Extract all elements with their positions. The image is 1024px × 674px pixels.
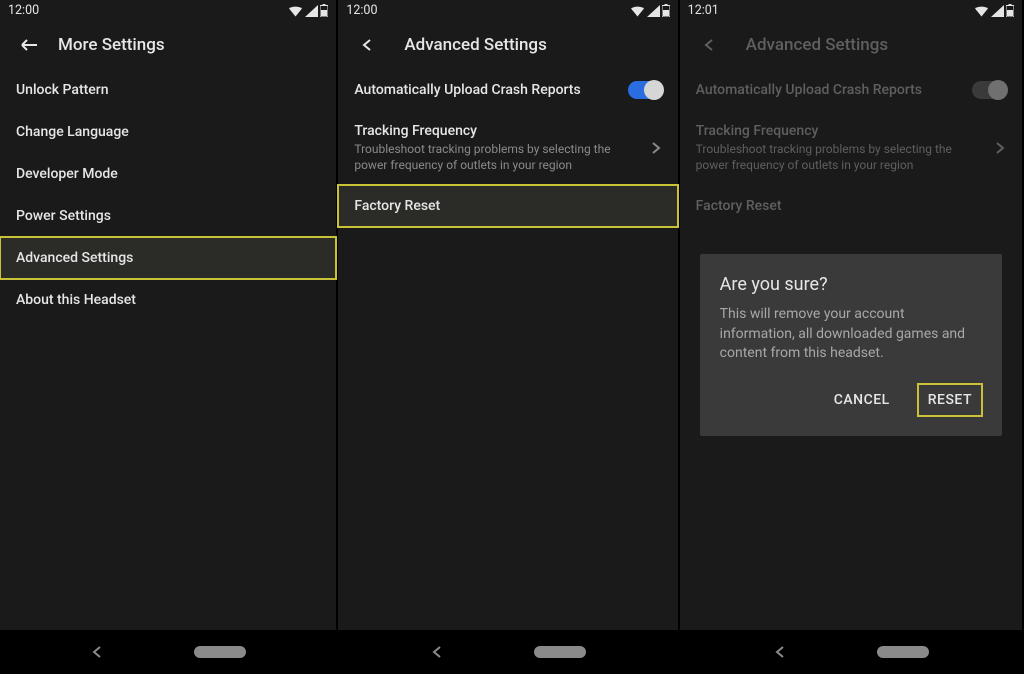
nav-back-icon[interactable]	[90, 645, 104, 659]
panel-factory-reset-dialog: 12:01 Advanced Settings Automatically Up…	[680, 0, 1022, 674]
back-button[interactable]	[692, 28, 726, 62]
nav-back-icon[interactable]	[773, 645, 787, 659]
toggle-knob	[644, 80, 664, 100]
status-bar: 12:00	[0, 0, 336, 21]
chevron-right-icon	[994, 141, 1006, 155]
android-navbar	[680, 630, 1022, 674]
row-label: Change Language	[16, 124, 129, 140]
status-bar: 12:01	[680, 0, 1022, 21]
status-time: 12:00	[346, 3, 377, 18]
battery-icon	[662, 4, 670, 17]
signal-icon	[991, 5, 1004, 17]
dialog-actions: CANCEL RESET	[720, 384, 982, 416]
row-crash-reports[interactable]: Automatically Upload Crash Reports	[338, 69, 677, 111]
row-subtitle: Troubleshoot tracking problems by select…	[696, 141, 984, 173]
wifi-icon	[630, 5, 645, 17]
nav-home-pill[interactable]	[877, 646, 929, 658]
chevron-left-icon	[702, 38, 716, 52]
android-navbar	[338, 630, 677, 674]
row-label: Automatically Upload Crash Reports	[354, 82, 580, 98]
header: Advanced Settings	[680, 21, 1022, 69]
page-title: Advanced Settings	[746, 35, 888, 55]
page-title: Advanced Settings	[404, 35, 546, 55]
arrow-left-icon	[19, 35, 39, 55]
row-change-language[interactable]: Change Language	[0, 111, 336, 153]
row-unlock-pattern[interactable]: Unlock Pattern	[0, 69, 336, 111]
cancel-button[interactable]: CANCEL	[824, 384, 900, 416]
crash-reports-toggle	[972, 81, 1006, 99]
status-bar: 12:00	[338, 0, 677, 21]
row-subtitle: Troubleshoot tracking problems by select…	[354, 141, 639, 173]
row-power-settings[interactable]: Power Settings	[0, 195, 336, 237]
dialog-title: Are you sure?	[720, 274, 982, 295]
crash-reports-toggle[interactable]	[628, 81, 662, 99]
confirm-dialog: Are you sure? This will remove your acco…	[700, 254, 1002, 436]
nav-home-pill[interactable]	[194, 646, 246, 658]
status-time: 12:01	[688, 3, 719, 18]
row-label: Developer Mode	[16, 166, 118, 182]
wifi-icon	[288, 5, 303, 17]
android-navbar	[0, 630, 336, 674]
header: Advanced Settings	[338, 21, 677, 69]
row-tracking-frequency: Tracking Frequency Troubleshoot tracking…	[680, 111, 1022, 185]
header: More Settings	[0, 21, 336, 69]
nav-home-pill[interactable]	[534, 646, 586, 658]
panel-advanced-settings: 12:00 Advanced Settings Automatically Up…	[338, 0, 677, 674]
row-tracking-frequency[interactable]: Tracking Frequency Troubleshoot tracking…	[338, 111, 677, 185]
row-label: Factory Reset	[696, 198, 782, 214]
row-about-headset[interactable]: About this Headset	[0, 279, 336, 321]
reset-button[interactable]: RESET	[918, 384, 982, 416]
settings-list: Automatically Upload Crash Reports Track…	[338, 69, 677, 630]
status-icons	[630, 4, 670, 17]
status-icons	[288, 4, 328, 17]
battery-icon	[1006, 4, 1014, 17]
row-label: Factory Reset	[354, 198, 440, 214]
row-text: Tracking Frequency Troubleshoot tracking…	[354, 123, 649, 173]
row-factory-reset: Factory Reset	[680, 185, 1022, 227]
signal-icon	[305, 5, 318, 17]
row-text: Tracking Frequency Troubleshoot tracking…	[696, 123, 994, 173]
row-crash-reports: Automatically Upload Crash Reports	[680, 69, 1022, 111]
chevron-right-icon	[650, 141, 662, 155]
row-factory-reset[interactable]: Factory Reset	[338, 185, 677, 227]
row-advanced-settings[interactable]: Advanced Settings	[0, 237, 336, 279]
page-title: More Settings	[58, 35, 165, 55]
row-label: Unlock Pattern	[16, 82, 109, 98]
row-label: Tracking Frequency	[354, 123, 639, 139]
panel-more-settings: 12:00 More Settings Unlock Pattern Chang…	[0, 0, 336, 674]
back-button[interactable]	[350, 28, 384, 62]
wifi-icon	[974, 5, 989, 17]
row-label: Advanced Settings	[16, 250, 133, 266]
row-label: Power Settings	[16, 208, 111, 224]
nav-back-icon[interactable]	[430, 645, 444, 659]
toggle-knob	[988, 80, 1008, 100]
battery-icon	[320, 4, 328, 17]
row-developer-mode[interactable]: Developer Mode	[0, 153, 336, 195]
row-label: Automatically Upload Crash Reports	[696, 82, 922, 98]
back-button[interactable]	[12, 28, 46, 62]
row-label: About this Headset	[16, 292, 136, 308]
chevron-left-icon	[360, 38, 374, 52]
dialog-body: This will remove your account informatio…	[720, 305, 982, 364]
signal-icon	[647, 5, 660, 17]
settings-list: Unlock Pattern Change Language Developer…	[0, 69, 336, 630]
status-icons	[974, 4, 1014, 17]
status-time: 12:00	[8, 3, 39, 18]
row-label: Tracking Frequency	[696, 123, 984, 139]
